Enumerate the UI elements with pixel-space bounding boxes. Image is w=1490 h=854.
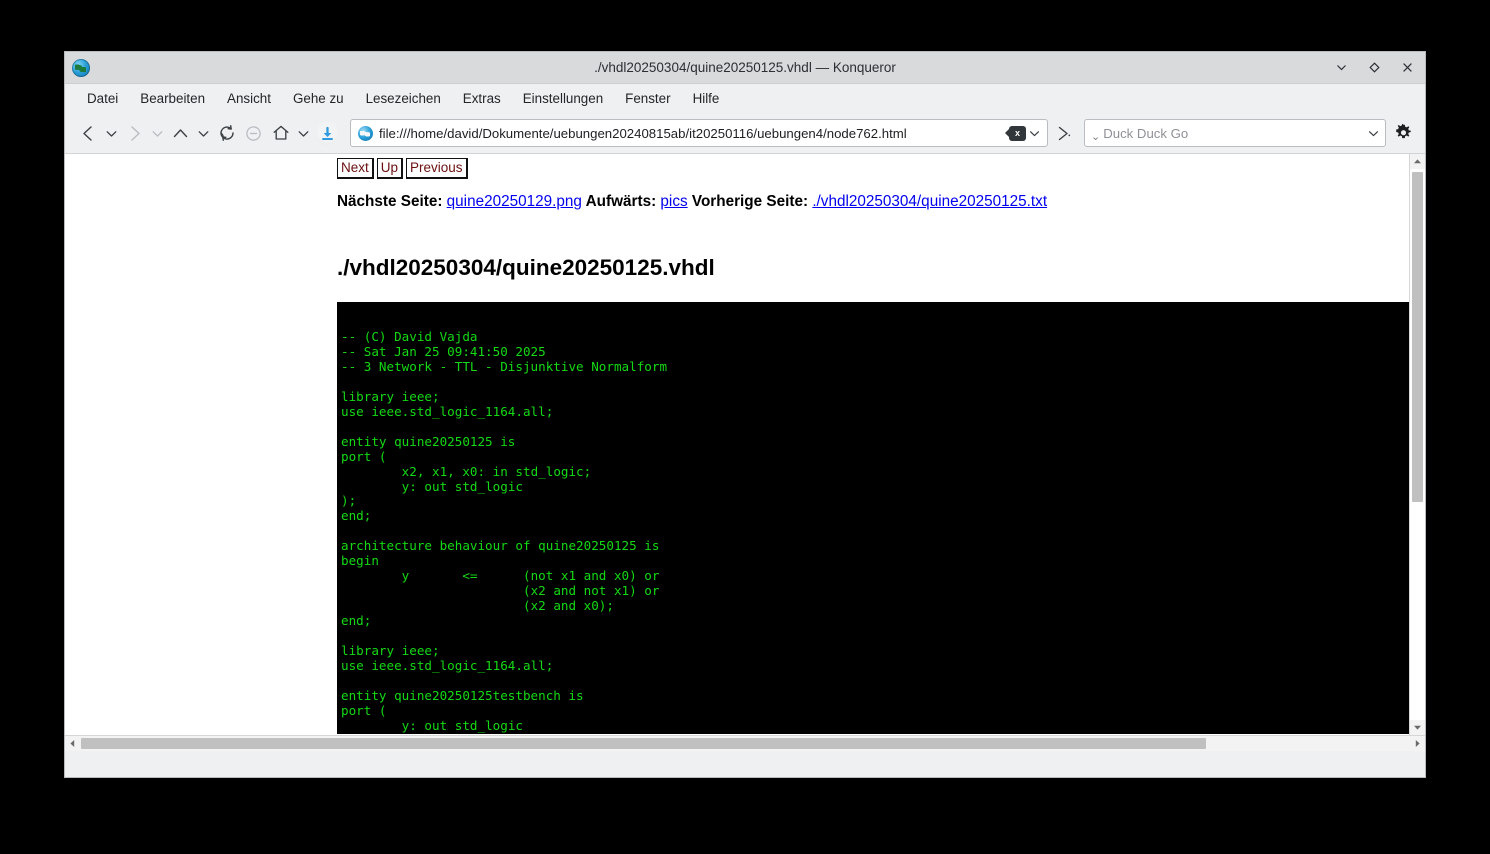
horizontal-scroll-track[interactable] [80,736,1410,751]
minimize-icon[interactable] [1333,59,1350,76]
search-input[interactable]: ⌄ Duck Duck Go [1084,119,1386,147]
back-arrow-icon[interactable] [75,120,102,147]
scroll-down-icon[interactable] [1410,720,1425,735]
menu-item-extras[interactable]: Extras [452,88,512,109]
navigation-toolbar: file:///home/david/Dokumente/uebungen202… [65,113,1425,154]
menu-bar: Datei Bearbeiten Ansicht Gehe zu Lesezei… [65,84,1425,113]
up-button[interactable]: Up [377,158,403,179]
maximize-icon[interactable] [1366,59,1383,76]
konqueror-window: ./vhdl20250304/quine20250125.vhdl — Konq… [65,52,1425,777]
code-block: -- (C) David Vajda -- Sat Jan 25 09:41:5… [337,302,1409,734]
download-icon[interactable] [315,121,339,145]
search-engine-chevron-small-icon: ⌄ [1091,133,1100,146]
menu-item-fenster[interactable]: Fenster [614,88,681,109]
title-bar: ./vhdl20250304/quine20250125.vhdl — Konq… [65,52,1425,84]
url-bar[interactable]: file:///home/david/Dokumente/uebungen202… [350,119,1048,147]
next-page-link[interactable]: quine20250129.png [447,193,582,210]
next-button[interactable]: Next [337,158,374,179]
menu-item-hilfe[interactable]: Hilfe [682,88,731,109]
back-history-chevron-down-icon[interactable] [102,120,121,147]
home-menu-chevron-down-icon[interactable] [294,120,313,147]
menu-item-lesezeichen[interactable]: Lesezeichen [355,88,452,109]
menu-item-ansicht[interactable]: Ansicht [216,88,282,109]
scroll-right-icon[interactable] [1410,736,1425,751]
previous-page-link[interactable]: ./vhdl20250304/quine20250125.txt [812,193,1047,210]
previous-button[interactable]: Previous [406,158,468,179]
up-history-chevron-down-icon[interactable] [194,120,213,147]
scroll-up-icon[interactable] [1410,154,1425,169]
stop-icon [240,120,267,147]
page-nav-line: Nächste Seite: quine20250129.png Aufwärt… [337,192,1409,211]
gear-icon[interactable] [1389,119,1417,147]
go-arrow-icon[interactable] [1050,120,1076,147]
search-dropdown-chevron-down-icon[interactable] [1365,127,1381,140]
horizontal-scrollbar[interactable] [65,735,1425,751]
clear-x-icon[interactable]: x [1009,126,1026,141]
menu-item-einstellungen[interactable]: Einstellungen [512,88,614,109]
vhdl-source-code: -- (C) David Vajda -- Sat Jan 25 09:41:5… [341,330,1409,734]
url-dropdown-chevron-down-icon[interactable] [1026,127,1043,140]
horizontal-scroll-thumb[interactable] [81,738,1206,749]
window-controls [1333,59,1416,76]
window-title: ./vhdl20250304/quine20250125.vhdl — Konq… [65,60,1425,75]
status-bar [65,751,1425,777]
globe-favicon-icon [358,126,373,141]
vertical-scroll-thumb[interactable] [1412,172,1423,502]
search-placeholder: Duck Duck Go [1103,126,1365,141]
up-arrow-icon[interactable] [167,120,194,147]
next-page-label: Nächste Seite: [337,193,442,210]
menu-item-gehe-zu[interactable]: Gehe zu [282,88,355,109]
browser-viewport: Next Up Previous Nächste Seite: quine202… [65,154,1425,777]
menu-item-datei[interactable]: Datei [76,88,129,109]
up-label: Aufwärts: [586,193,657,210]
home-icon[interactable] [267,120,294,147]
up-link[interactable]: pics [660,193,687,210]
konqueror-globe-icon [72,59,90,77]
menu-item-bearbeiten[interactable]: Bearbeiten [129,88,216,109]
previous-page-label: Vorherige Seite: [692,193,808,210]
html-page-content: Next Up Previous Nächste Seite: quine202… [65,154,1409,735]
vertical-scroll-track[interactable] [1410,169,1425,720]
vertical-scrollbar[interactable] [1409,154,1425,735]
forward-arrow-icon [121,120,148,147]
page-nav-buttons: Next Up Previous [337,158,1409,179]
forward-history-chevron-down-icon [148,120,167,147]
url-input[interactable]: file:///home/david/Dokumente/uebungen202… [379,126,1005,141]
scroll-left-icon[interactable] [65,736,80,751]
page-title: ./vhdl20250304/quine20250125.vhdl [337,255,1409,281]
close-icon[interactable] [1399,59,1416,76]
reload-icon[interactable] [213,120,240,147]
